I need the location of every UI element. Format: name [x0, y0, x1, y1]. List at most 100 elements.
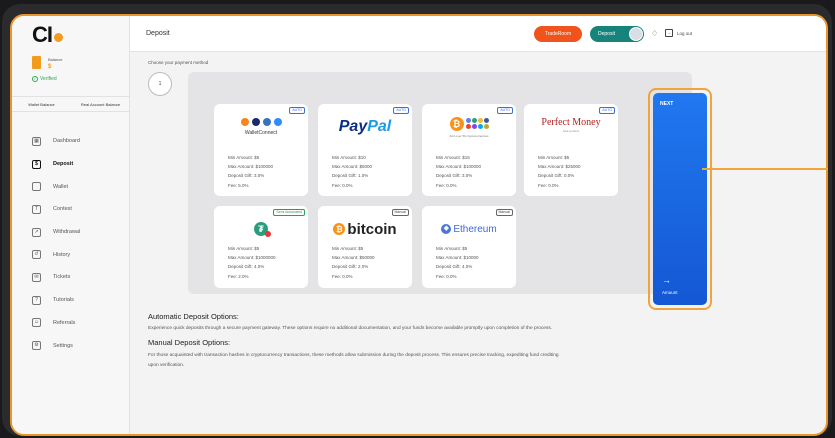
balance-value: $	[48, 64, 52, 70]
sidebar-item-label: Tickets	[53, 274, 71, 281]
metamask-icon	[240, 118, 249, 126]
tutorial-icon: ?	[32, 295, 41, 305]
method-info: Min Amount: $5 Max Amount: $50000 Deposit …	[332, 246, 375, 279]
method-info: Min Amount: $5 Max Amount: $10000 Deposit …	[436, 246, 479, 279]
trust-wallet-icon	[251, 118, 260, 126]
bell-icon[interactable]: ♢	[651, 29, 658, 38]
logout-label: Log out	[677, 30, 693, 36]
withdrawal-icon: ↗	[32, 227, 41, 237]
sidebar-item-label: Withdrawal	[53, 229, 81, 236]
crypto-logo: ₿ And over 50 cryptocurrencies	[422, 112, 516, 142]
ethereum-icon: ◆	[441, 224, 452, 234]
step-indicator: 1	[148, 72, 172, 96]
sidebar-item-tickets[interactable]: ✉ Tickets	[12, 266, 130, 289]
highlight-connector	[702, 168, 828, 170]
sidebar-item-label: Dashboard	[53, 138, 80, 145]
method-name: PayPal	[338, 118, 392, 135]
method-name: And over 50 cryptocurrencies	[449, 133, 489, 138]
traderoom-button[interactable]: TradeRoom	[534, 26, 582, 42]
avatar[interactable]	[629, 27, 643, 41]
verified-label: Verified	[40, 76, 57, 82]
referral-icon: ☺	[32, 318, 41, 328]
walletconnect-logo: WalletConnect	[214, 112, 308, 142]
next-button[interactable]: NEXT → Amount	[653, 93, 707, 305]
method-name: Ethereum	[453, 223, 497, 235]
method-card-paypal[interactable]: AUTO PayPal Min Amount: $10 Max Amount: $…	[318, 104, 412, 196]
history-icon: ↺	[32, 250, 41, 260]
sidebar-item-label: History	[53, 251, 71, 258]
sidebar-item-referrals[interactable]: ☺ Referrals	[12, 312, 130, 335]
manual-deposit-text: For those acquainted with transaction ha…	[148, 353, 559, 358]
next-label: NEXT	[660, 101, 674, 107]
choose-method-label: Choose your payment method	[148, 60, 209, 65]
manual-deposit-text-2: upon verification.	[148, 363, 185, 368]
shield-icon	[262, 118, 271, 126]
bookmark-icon	[32, 56, 41, 69]
logout-button[interactable]: → Log out	[665, 29, 692, 37]
auto-deposit-heading: Automatic Deposit Options:	[148, 312, 239, 321]
paypal-logo: PayPal	[318, 112, 412, 142]
method-card-tether[interactable]: Semi Automated ₮ Min Amount: $5 Max Amoun…	[214, 206, 308, 288]
method-name: WalletConnect	[244, 130, 278, 136]
sidebar-item-label: Wallet	[53, 183, 69, 190]
next-highlight: NEXT → Amount	[648, 88, 712, 310]
wallet-icon	[32, 182, 41, 192]
page-title: Deposit	[146, 30, 170, 37]
walletconnect-icon	[273, 118, 282, 126]
manual-deposit-heading: Manual Deposit Options:	[148, 338, 231, 347]
sidebar-item-tutorials[interactable]: ? Tutorials	[12, 289, 130, 312]
check-icon: ✓	[32, 76, 38, 82]
method-card-walletconnect[interactable]: AUTO WalletConnect Min Amount: $5 Max Amo…	[214, 104, 308, 196]
deposit-button-label: Deposit	[598, 31, 615, 37]
sidebar-item-label: Tutorials	[53, 297, 74, 304]
deposit-button[interactable]: Deposit	[590, 26, 644, 42]
bitcoin-icon: ₿	[333, 223, 346, 235]
perfect-money-logo: Perfect Money best perfect	[524, 112, 618, 142]
logo[interactable]: CI	[32, 22, 63, 48]
sidebar-item-deposit[interactable]: $ Deposit	[12, 153, 130, 176]
app-window: CI Balance $ ✓ Verified Wallet Balance Re…	[10, 14, 828, 436]
next-sublabel: Amount	[662, 290, 678, 295]
method-info: Min Amount: $15 Max Amount: $100000 Deposi…	[436, 155, 482, 188]
tether-logo: ₮	[214, 214, 308, 244]
payment-methods-panel: AUTO WalletConnect Min Amount: $5 Max Amo…	[188, 72, 692, 294]
method-card-crypto[interactable]: AUTO ₿ And over 50 cryptocurrencies Min …	[422, 104, 516, 196]
logo-dot-icon	[54, 33, 63, 42]
balance-label: Balance	[48, 57, 63, 62]
method-card-bitcoin[interactable]: Manual ₿ bitcoin Min Amount: $5 Max Amount…	[318, 206, 412, 288]
tab-wallet-balance[interactable]: Wallet Balance	[12, 97, 71, 111]
logout-icon: →	[665, 29, 673, 37]
sidebar-item-contest[interactable]: T Contest	[12, 198, 130, 221]
sidebar-item-settings[interactable]: ⚙ Settings	[12, 334, 130, 357]
sidebar-item-history[interactable]: ↺ History	[12, 243, 130, 266]
method-info: Min Amount: $5 Max Amount: $25000 Deposit …	[538, 155, 581, 188]
tether-icon: ₮	[254, 222, 271, 237]
sidebar-item-label: Contest	[53, 206, 72, 213]
method-card-perfect-money[interactable]: AUTO Perfect Money best perfect Min Amoun…	[524, 104, 618, 196]
sidebar-nav: ▦ Dashboard $ Deposit Wallet T Contest ↗ Wit…	[12, 130, 130, 357]
tab-real-account-balance[interactable]: Real Account Balance	[71, 97, 130, 111]
sidebar-item-dashboard[interactable]: ▦ Dashboard	[12, 130, 130, 153]
trophy-icon: T	[32, 204, 41, 214]
gear-icon: ⚙	[32, 341, 41, 351]
sidebar-item-wallet[interactable]: Wallet	[12, 175, 130, 198]
arrow-right-icon: →	[662, 275, 671, 285]
method-card-ethereum[interactable]: Manual ◆ Ethereum Min Amount: $5 Max Amoun…	[422, 206, 516, 288]
sidebar-item-label: Referrals	[53, 319, 76, 326]
top-header: Deposit TradeRoom Deposit ♢ → Log out	[130, 16, 826, 52]
deposit-icon: $	[32, 159, 41, 169]
method-info: Min Amount: $5 Max Amount: $100000 Deposit…	[228, 155, 274, 188]
method-info: Min Amount: $5 Max Amount: $1000000 Deposi…	[228, 246, 276, 279]
verified-badge: ✓ Verified	[32, 76, 57, 82]
sidebar: CI Balance $ ✓ Verified Wallet Balance Re…	[12, 16, 130, 434]
sidebar-item-label: Settings	[53, 342, 73, 349]
sidebar-item-withdrawal[interactable]: ↗ Withdrawal	[12, 221, 130, 244]
bitcoin-logo: ₿ bitcoin	[318, 214, 412, 244]
crypto-icons-grid	[465, 118, 489, 129]
method-name: bitcoin	[347, 220, 397, 238]
sidebar-item-label: Deposit	[53, 161, 74, 168]
ethereum-logo: ◆ Ethereum	[422, 214, 516, 244]
ticket-icon: ✉	[32, 272, 41, 282]
method-subtitle: best perfect	[562, 129, 580, 133]
method-info: Min Amount: $10 Max Amount: $5000 Deposit …	[332, 155, 373, 188]
